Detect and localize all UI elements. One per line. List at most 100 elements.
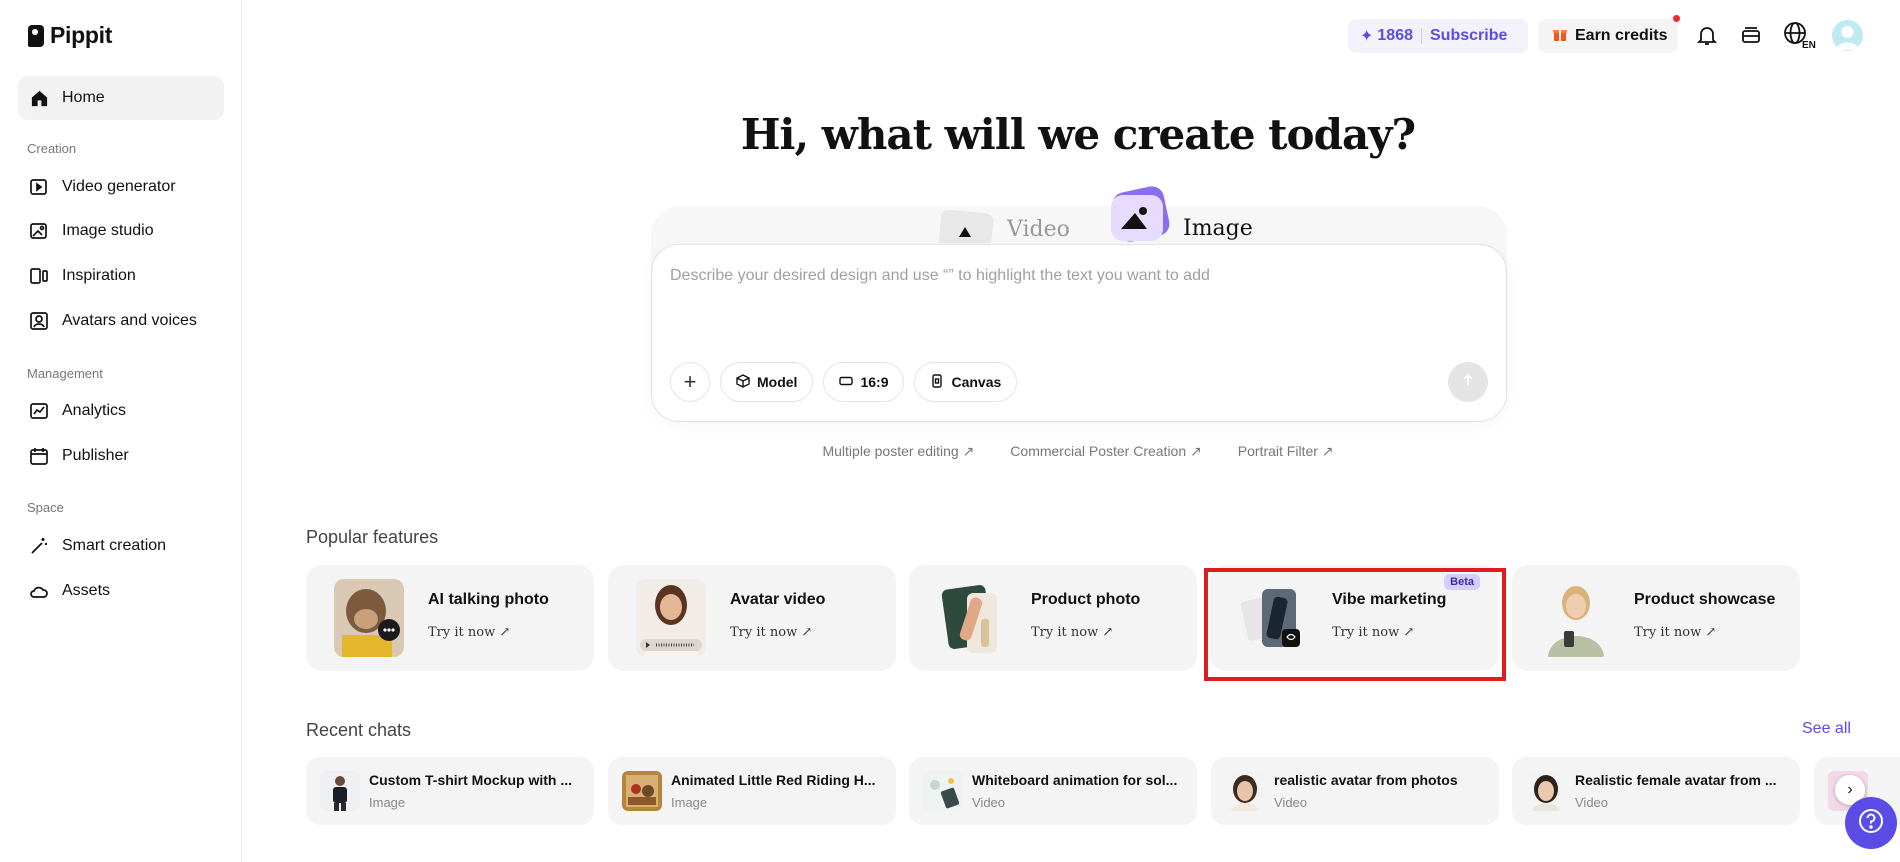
chat-card[interactable]: Whiteboard animation for sol... Video (909, 757, 1197, 825)
sidebar-item-label: Inspiration (62, 267, 136, 284)
highlight-box (1204, 568, 1506, 681)
suggestion-portrait-filter[interactable]: Portrait Filter ↗ (1238, 443, 1334, 460)
nav-section-space: Space (27, 500, 64, 515)
feature-name: Product showcase (1634, 591, 1776, 608)
product-showcase-thumbnail (1540, 579, 1610, 657)
image-icon (28, 220, 50, 242)
tab-image[interactable]: Image (1107, 183, 1253, 251)
avatar-icon (28, 310, 50, 332)
analytics-icon (28, 400, 50, 422)
credits-count: 1868 (1377, 27, 1413, 44)
avatar-video-thumbnail (636, 579, 706, 657)
see-all-link[interactable]: See all (1802, 720, 1851, 738)
try-it-now-link[interactable]: Try it now ↗ (1031, 625, 1113, 640)
chat-type: Image (671, 795, 708, 810)
chat-thumbnail (320, 771, 360, 811)
video-add-icon (28, 176, 50, 198)
sparkle-icon: ✦ (1360, 28, 1374, 45)
chat-type: Video (972, 795, 1006, 810)
tab-video-label: Video (1007, 216, 1070, 242)
help-icon (1857, 807, 1885, 840)
language-globe-icon[interactable]: EN (1782, 20, 1818, 50)
suggestion-commercial-poster-creation[interactable]: Commercial Poster Creation ↗ (1010, 443, 1201, 460)
ratio-icon (839, 374, 854, 391)
try-it-now-link[interactable]: Try it now ↗ (730, 625, 812, 640)
chat-title: realistic avatar from photos (1274, 772, 1458, 788)
try-it-now-link[interactable]: Try it now ↗ (428, 625, 510, 640)
feature-card-ai-talking-photo[interactable]: AI talking photo Try it now ↗ (306, 565, 594, 671)
ratio-label: 16:9 (860, 374, 889, 390)
suggestion-multiple-poster-editing[interactable]: Multiple poster editing ↗ (822, 443, 974, 460)
feature-card-avatar-video[interactable]: Avatar video Try it now ↗ (608, 565, 896, 671)
model-button[interactable]: Model (720, 362, 814, 402)
sidebar-item-label: Video generator (62, 178, 176, 195)
chat-thumbnail (622, 771, 662, 811)
chat-card[interactable]: Realistic female avatar from ... Video (1512, 757, 1800, 825)
tab-image-label: Image (1183, 215, 1253, 241)
aspect-ratio-button[interactable]: 16:9 (823, 362, 905, 402)
sidebar-item-assets[interactable]: Assets (18, 569, 224, 613)
pippit-logo-icon (28, 24, 44, 47)
add-attachment-button[interactable]: + (670, 362, 710, 402)
chat-card[interactable]: Animated Little Red Riding H... Image (608, 757, 896, 825)
sidebar-item-inspiration[interactable]: Inspiration (18, 254, 224, 298)
chat-thumbnail (923, 771, 963, 811)
user-avatar[interactable] (1832, 20, 1863, 51)
chat-type: Video (1575, 795, 1609, 810)
earn-credits-label: Earn credits (1575, 27, 1668, 44)
canvas-label: Canvas (951, 374, 1002, 390)
prompt-toolbar: + Model 16:9 Canvas (670, 362, 1018, 402)
chat-type: Video (1274, 795, 1308, 810)
cube-icon (736, 373, 750, 391)
inspiration-icon (28, 265, 50, 287)
feature-name: Avatar video (730, 591, 826, 608)
chat-title: Custom T-shirt Mockup with ... (369, 772, 572, 788)
bell-icon[interactable] (1692, 20, 1722, 50)
chat-card[interactable]: Custom T-shirt Mockup with ... Image (306, 757, 594, 825)
sidebar-item-analytics[interactable]: Analytics (18, 389, 224, 433)
logo[interactable]: Pippit (28, 22, 112, 49)
help-button[interactable] (1845, 797, 1897, 849)
magic-wand-icon (28, 535, 50, 557)
recent-chats-title: Recent chats (306, 720, 412, 740)
feature-name: AI talking photo (428, 591, 549, 608)
chat-type: Image (369, 795, 406, 810)
try-it-now-link[interactable]: Try it now ↗ (1634, 625, 1716, 640)
arrow-up-icon (1461, 373, 1475, 392)
feature-card-product-showcase[interactable]: Product showcase Try it now ↗ (1512, 565, 1800, 671)
prompt-box[interactable]: Describe your desired design and use “” … (651, 244, 1507, 422)
popular-features-title: Popular features (306, 527, 439, 547)
subscribe-button[interactable]: Subscribe (1430, 27, 1507, 45)
credits-pill[interactable]: ✦ 1868 Subscribe (1348, 19, 1528, 53)
chat-thumbnail (1225, 771, 1265, 811)
divider (1421, 28, 1422, 44)
image-tab-icon (1107, 183, 1173, 251)
canvas-icon (930, 373, 944, 391)
chat-thumbnail (1526, 771, 1566, 811)
nav-section-management: Management (27, 366, 103, 381)
app-root: Pippit Home Creation Video generator Ima… (0, 0, 1900, 862)
prompt-input[interactable]: Describe your desired design and use “” … (670, 267, 1210, 285)
plus-icon: + (683, 369, 697, 394)
cloud-icon (28, 580, 50, 602)
send-button[interactable] (1448, 362, 1488, 402)
home-icon (28, 87, 50, 109)
wallet-icon[interactable] (1736, 20, 1766, 50)
notification-dot (1673, 15, 1680, 22)
sidebar-item-avatars-and-voices[interactable]: Avatars and voices (18, 299, 224, 343)
canvas-button[interactable]: Canvas (914, 362, 1018, 402)
product-photo-thumbnail (937, 579, 1007, 657)
sidebar-item-label: Image studio (62, 222, 154, 239)
sidebar-item-smart-creation[interactable]: Smart creation (18, 524, 224, 568)
earn-credits-button[interactable]: Earn credits (1538, 19, 1678, 53)
chat-card[interactable]: realistic avatar from photos Video (1211, 757, 1499, 825)
chat-title: Animated Little Red Riding H... (671, 772, 876, 788)
ai-talking-photo-thumbnail (334, 579, 404, 657)
sidebar-item-label: Assets (62, 582, 111, 599)
sidebar-item-label: Smart creation (62, 537, 167, 554)
sidebar-item-video-generator[interactable]: Video generator (18, 165, 224, 209)
sidebar-item-label: Avatars and voices (62, 312, 197, 329)
model-label: Model (757, 374, 798, 390)
feature-card-product-photo[interactable]: Product photo Try it now ↗ (909, 565, 1197, 671)
sidebar-item-image-studio[interactable]: Image studio (18, 209, 224, 253)
